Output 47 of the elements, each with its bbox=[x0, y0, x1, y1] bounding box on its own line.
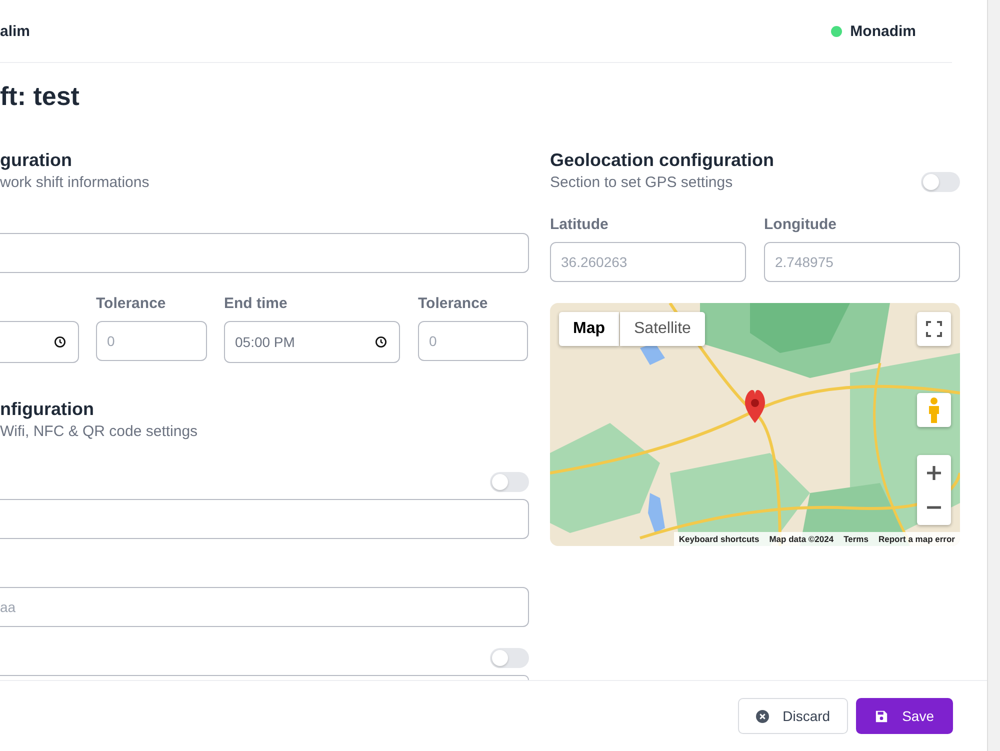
time-field[interactable] bbox=[0, 321, 79, 363]
field-label: Latitude bbox=[550, 216, 610, 234]
save-button[interactable]: Save bbox=[856, 698, 953, 734]
person-figure bbox=[927, 397, 941, 423]
time-field[interactable]: 05:00 PM bbox=[224, 321, 400, 363]
clock-icon bbox=[54, 336, 66, 348]
map-type-tab[interactable]: Map bbox=[559, 312, 619, 346]
text-field[interactable]: aa bbox=[0, 587, 529, 627]
page-title: ft: test bbox=[0, 81, 80, 111]
section-heading: Geolocation configuration bbox=[550, 149, 775, 171]
text-field[interactable] bbox=[0, 675, 529, 680]
section-heading: guration bbox=[0, 149, 73, 171]
fullscreen-icon bbox=[926, 321, 942, 337]
name-field[interactable] bbox=[0, 233, 529, 273]
section-description: work shift informations bbox=[0, 174, 150, 192]
map-attribution-link[interactable]: Map data ©2024 bbox=[764, 532, 839, 546]
field-label: Tolerance bbox=[96, 295, 167, 313]
user-name[interactable]: Monadim bbox=[850, 22, 916, 40]
plus-icon bbox=[926, 464, 942, 480]
field-label: End time bbox=[224, 295, 288, 313]
scrollbar[interactable] bbox=[987, 0, 1000, 751]
clock-icon bbox=[375, 336, 387, 348]
text-field[interactable] bbox=[0, 499, 529, 539]
time-value: 05:00 PM bbox=[235, 334, 295, 350]
map-attribution-link[interactable]: Report a map error bbox=[873, 532, 960, 546]
minus-icon bbox=[926, 506, 942, 509]
map-attribution-link[interactable]: Terms bbox=[838, 532, 874, 546]
field-label: Tolerance bbox=[418, 295, 489, 313]
status-dot bbox=[831, 26, 842, 36]
latitude-field[interactable]: 36.260263 bbox=[550, 242, 746, 282]
section-description: Wifi, NFC & QR code settings bbox=[0, 423, 199, 441]
map-attribution-link[interactable]: Keyboard shortcuts bbox=[674, 532, 764, 546]
section-heading: nfiguration bbox=[0, 398, 95, 420]
toggle-switch[interactable] bbox=[490, 648, 529, 668]
map-type-tab[interactable]: Satellite bbox=[620, 312, 705, 346]
longitude-field[interactable]: 2.748975 bbox=[764, 242, 960, 282]
section-description: Section to set GPS settings bbox=[550, 174, 733, 192]
discard-button[interactable]: Discard bbox=[738, 698, 848, 734]
field-label: Longitude bbox=[764, 216, 838, 234]
toggle-switch[interactable] bbox=[490, 472, 529, 492]
person-icon[interactable] bbox=[917, 393, 951, 427]
app-name: alim bbox=[0, 22, 30, 40]
tolerance-field[interactable]: 0 bbox=[96, 321, 207, 361]
fullscreen-button[interactable] bbox=[917, 312, 951, 346]
close-icon bbox=[756, 710, 769, 722]
tolerance-field[interactable]: 0 bbox=[418, 321, 528, 361]
toggle-switch[interactable] bbox=[921, 172, 960, 192]
